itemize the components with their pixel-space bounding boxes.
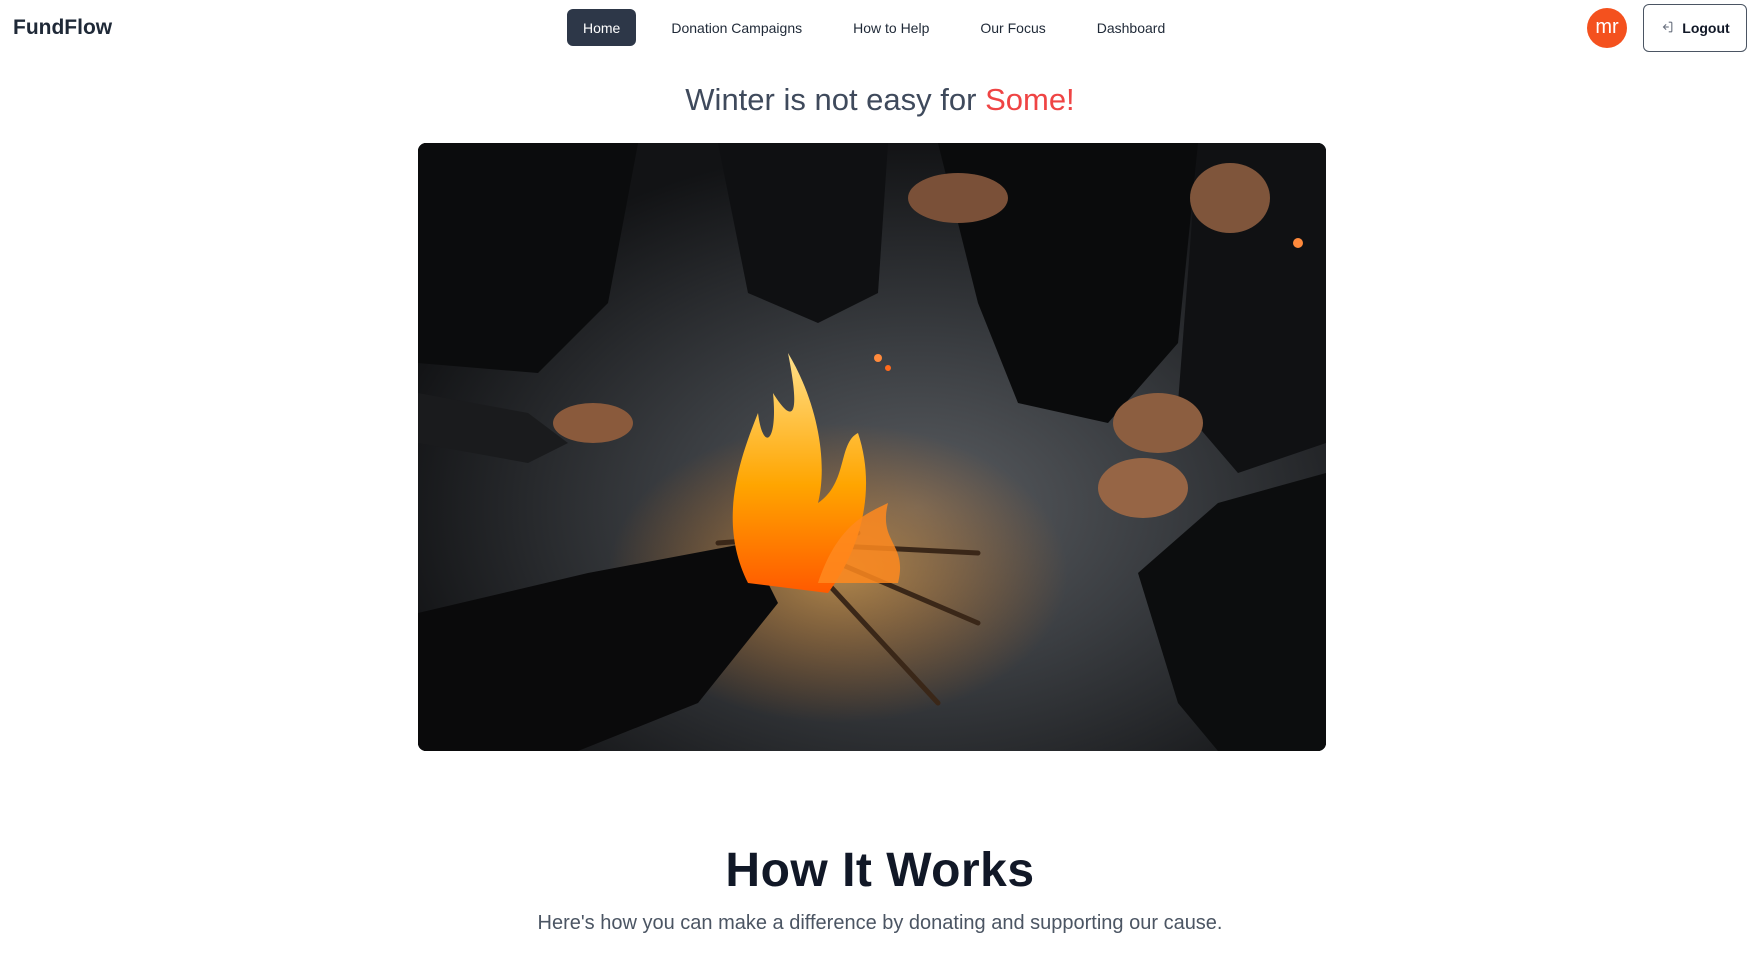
how-it-works-subtitle: Here's how you can make a difference by … — [537, 912, 1223, 934]
hero-title-main: Winter is not easy for — [685, 82, 986, 117]
hero-campfire-image — [418, 143, 1326, 751]
hero-title-accent: Some! — [985, 82, 1075, 117]
logout-button[interactable]: Logout — [1643, 4, 1747, 52]
nav-link-dashboard[interactable]: Dashboard — [1081, 9, 1182, 46]
nav-link-how-to-help[interactable]: How to Help — [837, 9, 945, 46]
nav-link-our-focus[interactable]: Our Focus — [964, 9, 1061, 46]
hero-title: Winter is not easy for Some! — [0, 82, 1760, 118]
main-nav: Home Donation Campaigns How to Help Our … — [567, 9, 1196, 46]
logout-icon — [1660, 20, 1674, 37]
how-it-works-title: How It Works — [725, 844, 1035, 897]
nav-link-home[interactable]: Home — [567, 9, 637, 46]
avatar-initials: mr — [1595, 15, 1619, 38]
logout-label: Logout — [1682, 20, 1730, 36]
user-avatar[interactable]: mr — [1587, 8, 1627, 48]
nav-link-donation-campaigns[interactable]: Donation Campaigns — [655, 9, 818, 46]
brand-logo[interactable]: FundFlow — [13, 16, 112, 40]
top-navbar: FundFlow Home Donation Campaigns How to … — [0, 0, 1760, 57]
